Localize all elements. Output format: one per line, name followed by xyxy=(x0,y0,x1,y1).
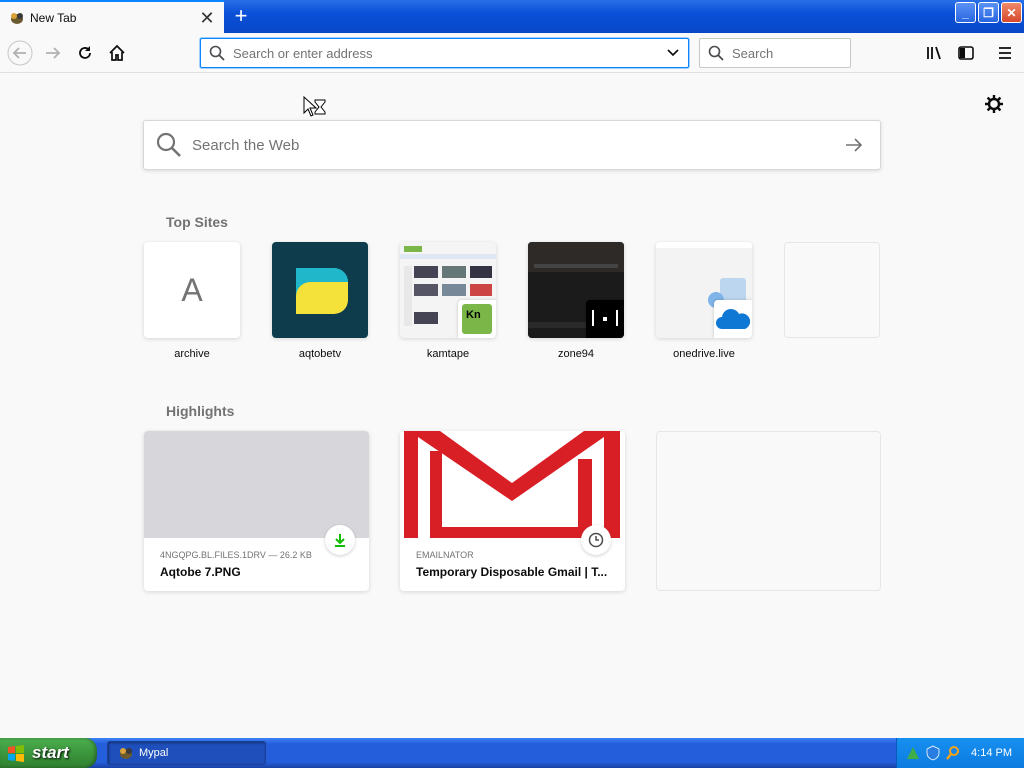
card-thumbnail xyxy=(400,431,625,538)
start-label: start xyxy=(32,743,69,762)
search-icon xyxy=(156,132,181,157)
top-site-archive[interactable]: A archive xyxy=(144,242,240,360)
site-tile-placeholder[interactable] xyxy=(784,242,880,338)
top-site-zone94[interactable]: zone94 xyxy=(528,242,624,360)
nav-bar: Search xyxy=(0,33,1024,73)
window-close-icon[interactable]: ✕ xyxy=(1001,2,1022,23)
new-tab-page: Search the Web Top Sites A archive aqtob… xyxy=(0,74,1024,738)
network-icon[interactable] xyxy=(905,745,921,761)
library-button[interactable] xyxy=(920,39,948,67)
sidebar-icon xyxy=(958,46,974,60)
site-tile[interactable]: A xyxy=(144,242,240,338)
svg-text:Kn: Kn xyxy=(466,309,481,321)
onedrive-cloud-icon xyxy=(714,300,752,338)
reload-button[interactable] xyxy=(71,39,99,67)
search-icon xyxy=(708,45,724,61)
site-tile[interactable]: Kn xyxy=(400,242,496,338)
system-tray: 4:14 PM xyxy=(896,738,1024,768)
web-search-box[interactable]: Search the Web xyxy=(143,120,881,170)
search-icon xyxy=(209,45,225,61)
emailnator-logo-image xyxy=(404,431,620,538)
card-meta: 4NGQPG.BL.FILES.1DRV — 26.2 KB xyxy=(160,550,312,560)
card-thumbnail xyxy=(144,431,369,538)
web-search-placeholder: Search the Web xyxy=(192,136,300,154)
hamburger-menu-icon xyxy=(999,47,1011,59)
new-tab-button[interactable]: + xyxy=(228,4,254,28)
aqtobetv-logo-icon xyxy=(296,268,348,314)
card-meta: EMAILNATOR xyxy=(416,550,474,560)
tile-letter: A xyxy=(181,272,203,308)
mypal-favicon-icon xyxy=(11,12,23,24)
settings-gear-icon[interactable] xyxy=(984,94,1004,114)
library-icon xyxy=(927,46,941,60)
arrow-right-icon[interactable] xyxy=(844,135,864,155)
search-placeholder: Search xyxy=(732,45,774,61)
back-arrow-icon xyxy=(7,40,33,66)
address-input[interactable] xyxy=(233,45,666,61)
taskbar: start Mypal 4:14 PM xyxy=(0,738,1024,768)
download-icon xyxy=(325,525,355,555)
home-icon xyxy=(109,44,125,61)
tab-new-tab[interactable]: New Tab ✕ xyxy=(0,0,224,33)
site-label: onedrive.live xyxy=(673,348,735,360)
tab-title: New Tab xyxy=(30,10,77,25)
card-title: Aqtobe 7.PNG xyxy=(160,565,241,579)
mypal-icon xyxy=(120,748,132,759)
site-label: aqtobetv xyxy=(298,348,342,360)
home-button[interactable] xyxy=(103,39,131,67)
shield-icon[interactable] xyxy=(925,745,941,761)
kamtape-icon: Kn xyxy=(458,300,496,338)
url-bar[interactable] xyxy=(200,38,689,68)
highlight-card[interactable]: EMAILNATOR Temporary Disposable Gmail | … xyxy=(400,431,625,591)
menu-button[interactable] xyxy=(991,39,1019,67)
forward-arrow-icon xyxy=(46,47,61,59)
top-sites-heading: Top Sites xyxy=(166,214,228,230)
minimize-icon[interactable]: _ xyxy=(955,2,976,23)
close-icon[interactable]: ✕ xyxy=(196,7,218,29)
forward-button[interactable] xyxy=(39,39,67,67)
task-label: Mypal xyxy=(139,747,169,759)
start-button[interactable]: start xyxy=(0,738,97,768)
window-controls: _ ❐ ✕ xyxy=(955,2,1022,23)
chevron-down-icon[interactable] xyxy=(666,46,680,60)
cursor-busy-icon xyxy=(303,96,326,117)
site-label: zone94 xyxy=(557,348,595,360)
site-label: kamtape xyxy=(426,348,470,360)
highlight-card-placeholder xyxy=(656,431,881,591)
top-site-aqtobetv[interactable]: aqtobetv xyxy=(272,242,368,360)
reload-icon xyxy=(79,46,91,59)
site-tile[interactable] xyxy=(272,242,368,338)
sidebar-button[interactable] xyxy=(952,39,980,67)
clock-icon xyxy=(581,525,611,555)
back-button[interactable] xyxy=(6,39,34,67)
search-bar[interactable]: Search xyxy=(699,38,851,68)
windows-logo-icon xyxy=(8,745,24,762)
zone94-icon xyxy=(586,300,624,338)
taskbar-clock: 4:14 PM xyxy=(971,747,1012,759)
highlight-card[interactable]: 4NGQPG.BL.FILES.1DRV — 26.2 KB Aqtobe 7.… xyxy=(144,431,369,591)
site-label: archive xyxy=(174,348,210,360)
magnifier-icon[interactable] xyxy=(945,745,961,761)
site-tile[interactable] xyxy=(656,242,752,338)
restore-icon[interactable]: ❐ xyxy=(978,2,999,23)
top-site-onedrive[interactable]: onedrive.live xyxy=(656,242,752,360)
highlights-heading: Highlights xyxy=(166,403,235,419)
card-title: Temporary Disposable Gmail | T... xyxy=(416,565,608,579)
top-site-kamtape[interactable]: Kn kamtape xyxy=(400,242,496,360)
site-tile[interactable] xyxy=(528,242,624,338)
tab-strip: New Tab ✕ + _ ❐ ✕ xyxy=(0,0,1024,33)
taskbar-item-mypal[interactable]: Mypal xyxy=(107,741,266,765)
top-site-empty[interactable] xyxy=(784,242,880,348)
